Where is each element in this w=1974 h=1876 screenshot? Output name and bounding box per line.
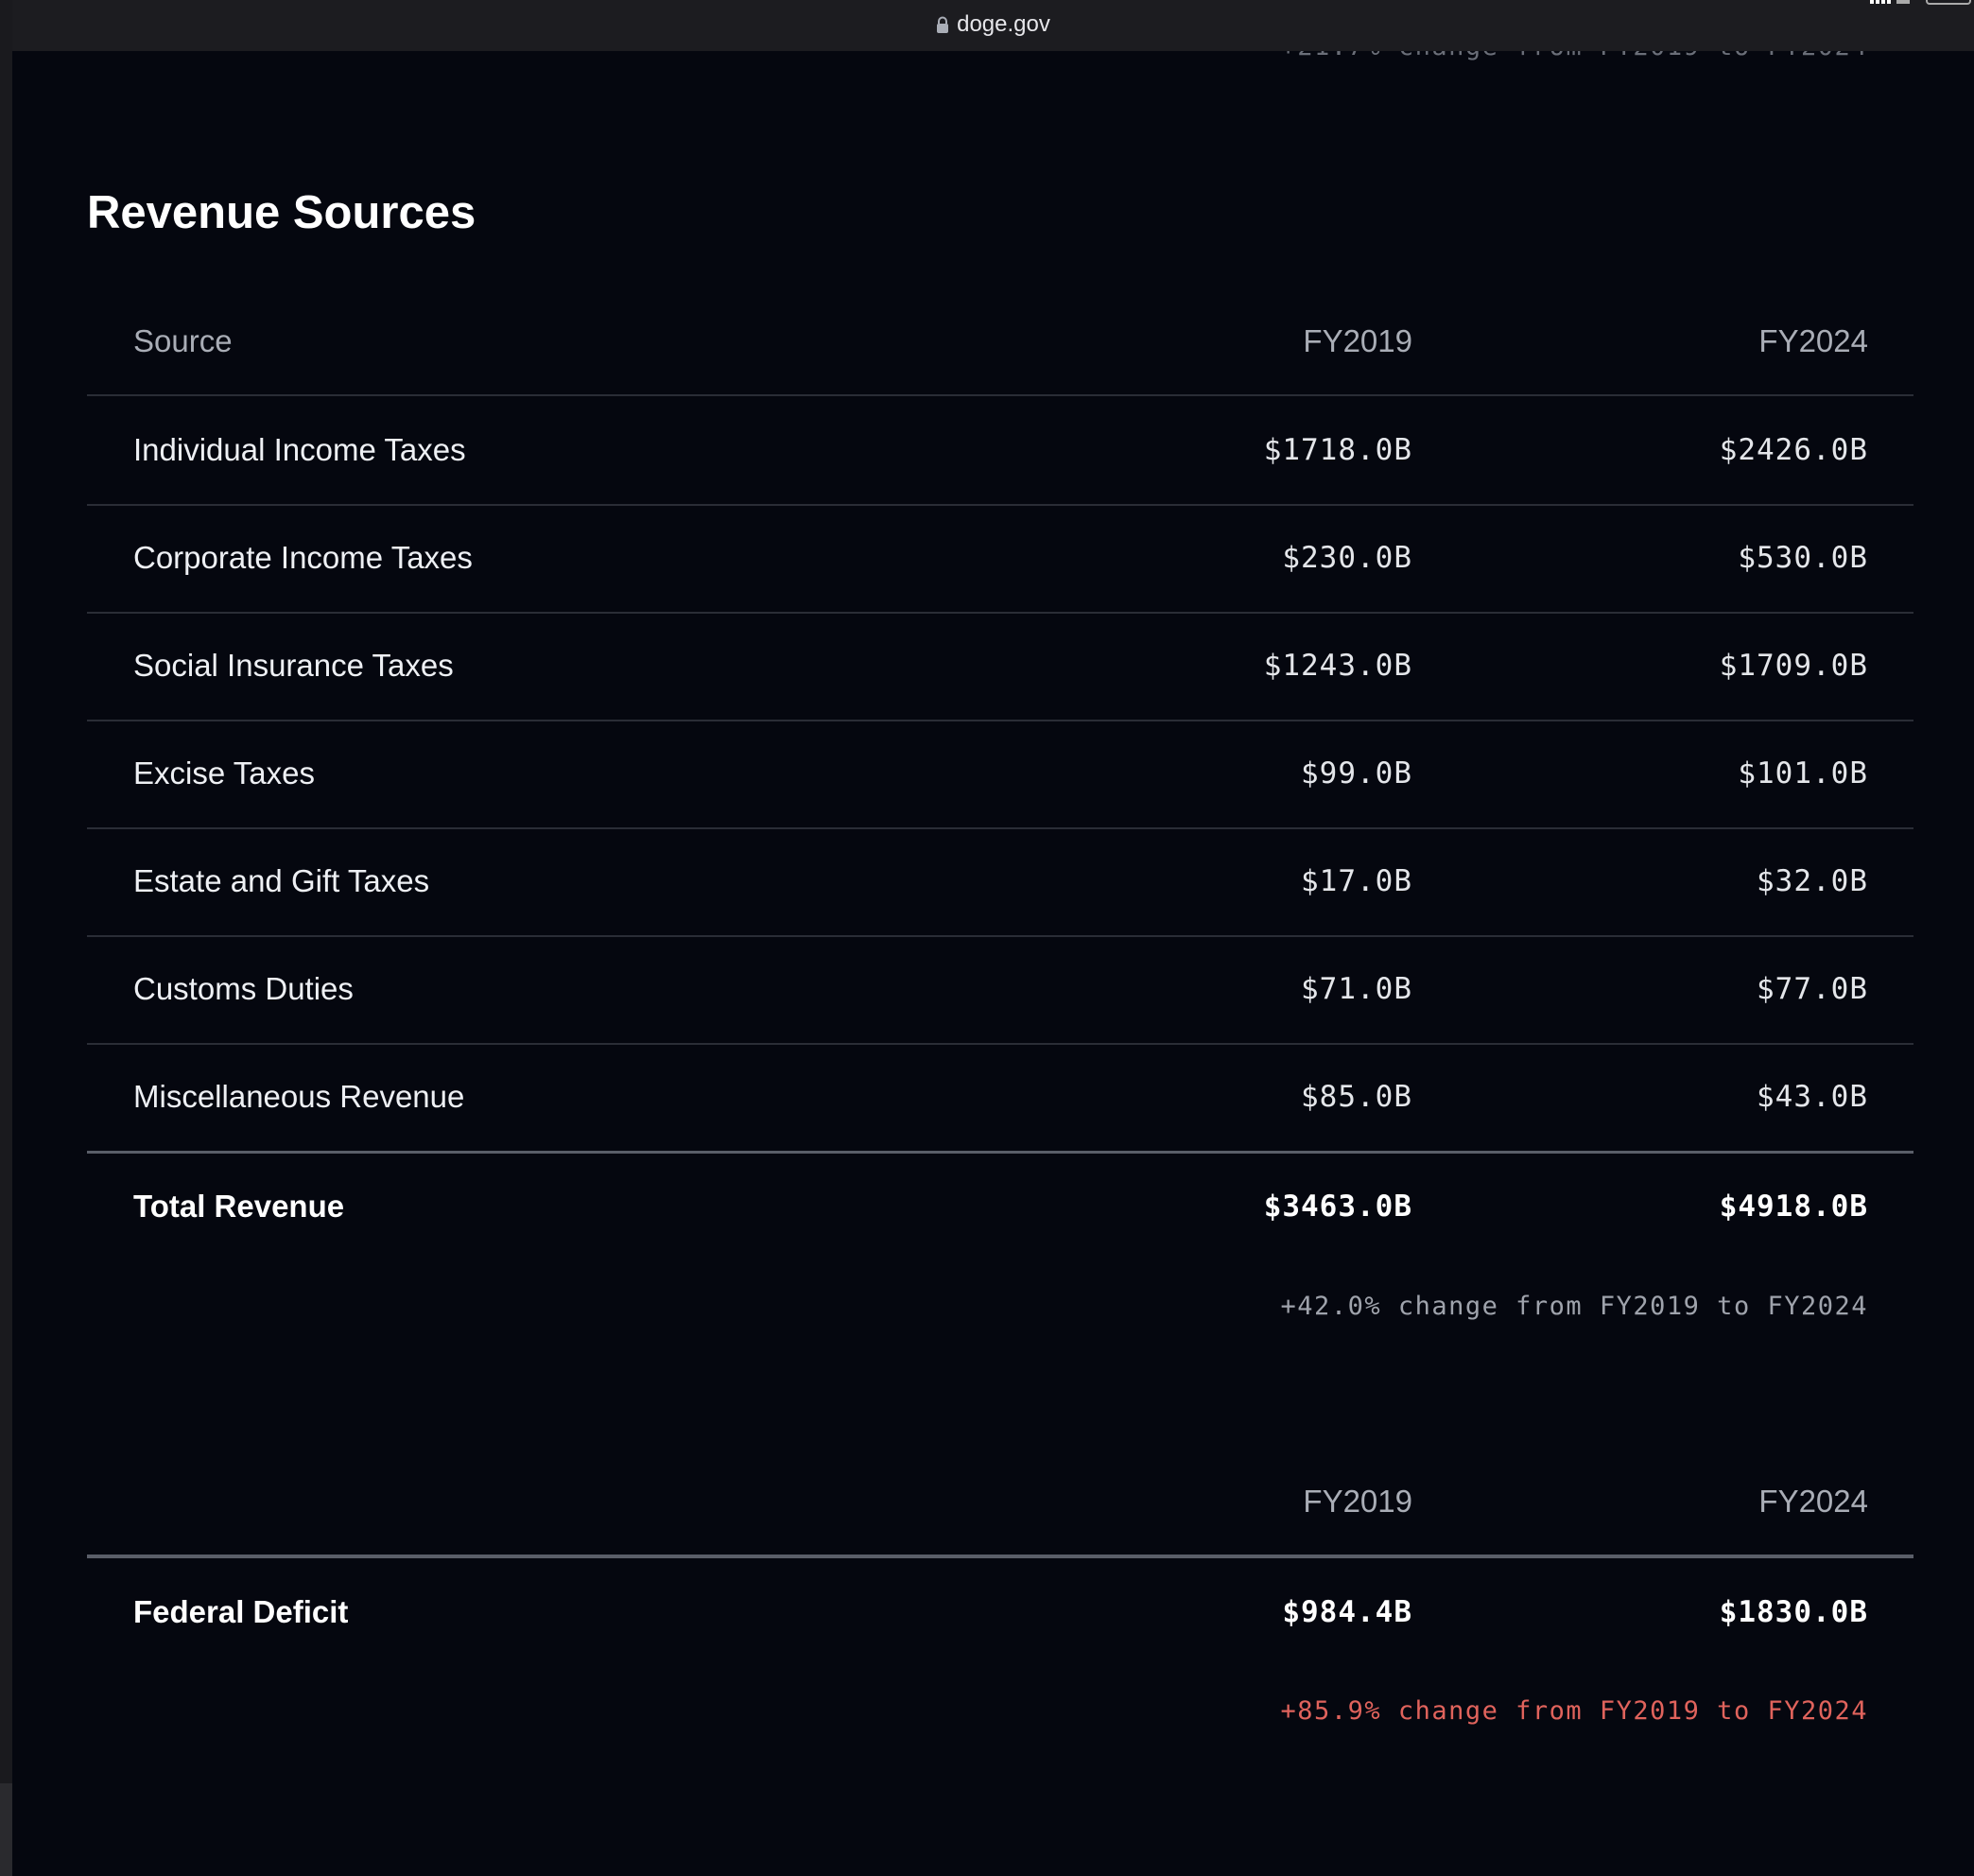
table-row: Corporate Income Taxes $230.0B $530.0B [87, 504, 1913, 614]
fy2024-value: $2426.0B [1719, 433, 1868, 467]
browser-url-bar[interactable]: doge.gov [12, 0, 1974, 51]
deficit-fy2019-value: $984.4B [1282, 1595, 1412, 1629]
fy2019-value: $1718.0B [1263, 433, 1412, 467]
total-revenue-row: Total Revenue $3463.0B $4918.0B [87, 1153, 1913, 1260]
source-name: Corporate Income Taxes [133, 540, 473, 575]
column-header-fy2024: FY2024 [1758, 1484, 1868, 1519]
deficit-label: Federal Deficit [133, 1594, 349, 1629]
fy2019-value: $1243.0B [1263, 649, 1412, 683]
revenue-change-note: +42.0% change from FY2019 to FY2024 [1280, 1292, 1868, 1321]
table-row: Customs Duties $71.0B $77.0B [87, 935, 1913, 1045]
fy2024-value: $530.0B [1738, 541, 1868, 575]
source-name: Individual Income Taxes [133, 432, 466, 467]
deficit-fy2024-value: $1830.0B [1719, 1595, 1868, 1629]
fy2024-value: $77.0B [1757, 972, 1868, 1006]
table-header-row: Source FY2019 FY2024 [87, 288, 1913, 396]
deficit-change-note: +85.9% change from FY2019 to FY2024 [1280, 1696, 1868, 1726]
table-row: Estate and Gift Taxes $17.0B $32.0B [87, 827, 1913, 937]
total-label: Total Revenue [133, 1189, 345, 1224]
fy2019-value: $17.0B [1301, 864, 1412, 898]
column-header-fy2019: FY2019 [1303, 323, 1412, 358]
lock-icon [937, 16, 949, 33]
column-header-fy2019: FY2019 [1303, 1484, 1412, 1519]
fy2024-value: $43.0B [1757, 1080, 1868, 1114]
deficit-header-row: FY2019 FY2024 [87, 1449, 1913, 1558]
fy2024-value: $32.0B [1757, 864, 1868, 898]
section-title: Revenue Sources [87, 187, 476, 238]
source-name: Excise Taxes [133, 756, 315, 790]
fy2019-value: $71.0B [1301, 972, 1412, 1006]
source-name: Social Insurance Taxes [133, 648, 454, 683]
total-fy2019-value: $3463.0B [1263, 1190, 1412, 1224]
fy2019-value: $99.0B [1301, 756, 1412, 790]
table-row: Excise Taxes $99.0B $101.0B [87, 720, 1913, 829]
status-bar-icons [1870, 0, 1971, 5]
table-row: Social Insurance Taxes $1243.0B $1709.0B [87, 612, 1913, 721]
window-left-edge [0, 0, 12, 1876]
column-header-source: Source [133, 323, 233, 358]
table-row: Miscellaneous Revenue $85.0B $43.0B [87, 1043, 1913, 1154]
source-name: Miscellaneous Revenue [133, 1079, 465, 1114]
source-name: Estate and Gift Taxes [133, 863, 430, 898]
column-header-fy2024: FY2024 [1758, 323, 1868, 358]
fy2019-value: $230.0B [1282, 541, 1412, 575]
total-fy2024-value: $4918.0B [1719, 1190, 1868, 1224]
window-left-edge-bottom [0, 1783, 12, 1876]
federal-deficit-row: Federal Deficit $984.4B $1830.0B [87, 1558, 1913, 1666]
url-text: doge.gov [957, 11, 1050, 37]
table-row: Individual Income Taxes $1718.0B $2426.0… [87, 396, 1913, 506]
fy2019-value: $85.0B [1301, 1080, 1412, 1114]
source-name: Customs Duties [133, 971, 354, 1006]
fy2024-value: $1709.0B [1719, 649, 1868, 683]
fy2024-value: $101.0B [1738, 756, 1868, 790]
url-display[interactable]: doge.gov [12, 11, 1974, 38]
